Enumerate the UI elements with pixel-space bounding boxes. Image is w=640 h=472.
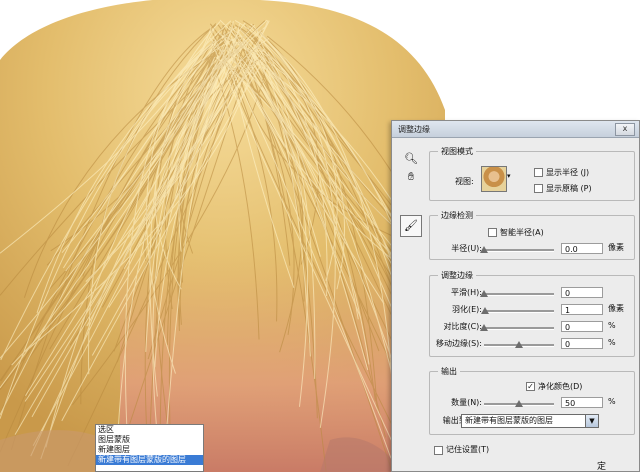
amount-label: 数量(N): <box>451 398 482 407</box>
feather-unit: 像素 <box>608 304 624 313</box>
show-radius-checkbox[interactable] <box>534 168 543 177</box>
view-thumbnail[interactable] <box>481 166 507 192</box>
contrast-slider[interactable] <box>480 324 554 331</box>
edge-detection-group: 边缘检测 智能半径(A) 半径(U): 0.0 像素 <box>429 210 635 260</box>
amount-slider-thumb[interactable] <box>515 400 523 407</box>
decontaminate-label: 净化颜色(D) <box>538 382 583 391</box>
contrast-slider-thumb[interactable] <box>480 324 488 331</box>
shift-edge-slider-thumb[interactable] <box>515 341 523 348</box>
output-option[interactable]: 选区 <box>96 425 203 435</box>
hand-icon[interactable]: ✋︎ <box>402 169 420 185</box>
remember-settings-label: 记住设置(T) <box>446 445 490 454</box>
smooth-label: 平滑(H): <box>451 288 482 297</box>
radius-label: 半径(U): <box>451 244 482 253</box>
output-title: 输出 <box>438 366 460 377</box>
magnifier-icon[interactable]: 🔍︎ <box>402 151 420 167</box>
amount-slider[interactable] <box>484 400 554 407</box>
shift-edge-slider[interactable] <box>484 341 554 348</box>
radius-input[interactable]: 0.0 <box>561 243 603 254</box>
smooth-slider[interactable] <box>480 290 554 297</box>
adjust-edge-title: 调整边缘 <box>438 270 476 281</box>
radius-unit: 像素 <box>608 243 624 252</box>
feather-slider[interactable] <box>481 307 554 314</box>
dialog-title: 调整边缘 <box>398 125 430 134</box>
dialog-titlebar: 调整边缘 x <box>392 121 639 138</box>
smooth-slider-thumb[interactable] <box>480 290 488 297</box>
view-mode-group: 视图模式 视图: ▾ 显示半径 (J) 显示原稿 (P) <box>429 146 635 201</box>
output-option[interactable]: 新建图层 <box>96 445 203 455</box>
show-original-checkbox[interactable] <box>534 184 543 193</box>
shift-edge-input[interactable]: 0 <box>561 338 603 349</box>
output-option[interactable]: 图层蒙版 <box>96 435 203 445</box>
output-to-select[interactable]: 新建带有图层蒙版的图层 ▼ <box>461 414 599 428</box>
radius-slider[interactable] <box>480 246 554 253</box>
remember-settings-checkbox[interactable] <box>434 446 443 455</box>
contrast-label: 对比度(C): <box>443 322 482 331</box>
show-radius-label: 显示半径 (J) <box>546 168 590 177</box>
refine-radius-brush-icon[interactable]: 🖌︎ <box>400 215 422 237</box>
smart-radius-label: 智能半径(A) <box>500 228 544 237</box>
shift-edge-label: 移动边缘(S): <box>435 339 482 348</box>
decontaminate-checkbox[interactable]: ✓ <box>526 382 535 391</box>
edge-detection-title: 边缘检测 <box>438 210 476 221</box>
refine-edge-dialog: 调整边缘 x 🔍︎ ✋︎ 🖌︎ 视图模式 视图: ▾ 显示半径 (J) 显示原稿… <box>391 120 640 472</box>
view-label: 视图: <box>455 177 474 186</box>
show-original-label: 显示原稿 (P) <box>546 184 592 193</box>
feather-input[interactable]: 1 <box>561 304 603 315</box>
feather-slider-thumb[interactable] <box>481 307 490 314</box>
radius-slider-thumb[interactable] <box>480 246 488 253</box>
amount-unit: % <box>608 397 616 406</box>
output-option-selected[interactable]: 新建带有图层蒙版的图层 <box>96 455 203 465</box>
ok-button[interactable]: 定 <box>597 459 606 472</box>
output-to-dropdown-list: 选区 图层蒙版 新建图层 新建带有图层蒙版的图层 <box>95 424 204 472</box>
amount-input[interactable]: 50 <box>561 397 603 408</box>
contrast-input[interactable]: 0 <box>561 321 603 332</box>
adjust-edge-group: 调整边缘 平滑(H): 0 羽化(E): 1 像素 对比度(C): 0 % 移动… <box>429 270 635 357</box>
feather-label: 羽化(E): <box>452 305 482 314</box>
shift-edge-unit: % <box>608 338 616 347</box>
smart-radius-checkbox[interactable] <box>488 228 497 237</box>
chevron-down-icon[interactable]: ▼ <box>585 415 598 427</box>
smooth-input[interactable]: 0 <box>561 287 603 298</box>
close-button[interactable]: x <box>615 123 635 136</box>
output-to-value: 新建带有图层蒙版的图层 <box>465 416 553 425</box>
chevron-down-icon[interactable]: ▾ <box>507 172 511 180</box>
view-mode-title: 视图模式 <box>438 146 476 157</box>
contrast-unit: % <box>608 321 616 330</box>
